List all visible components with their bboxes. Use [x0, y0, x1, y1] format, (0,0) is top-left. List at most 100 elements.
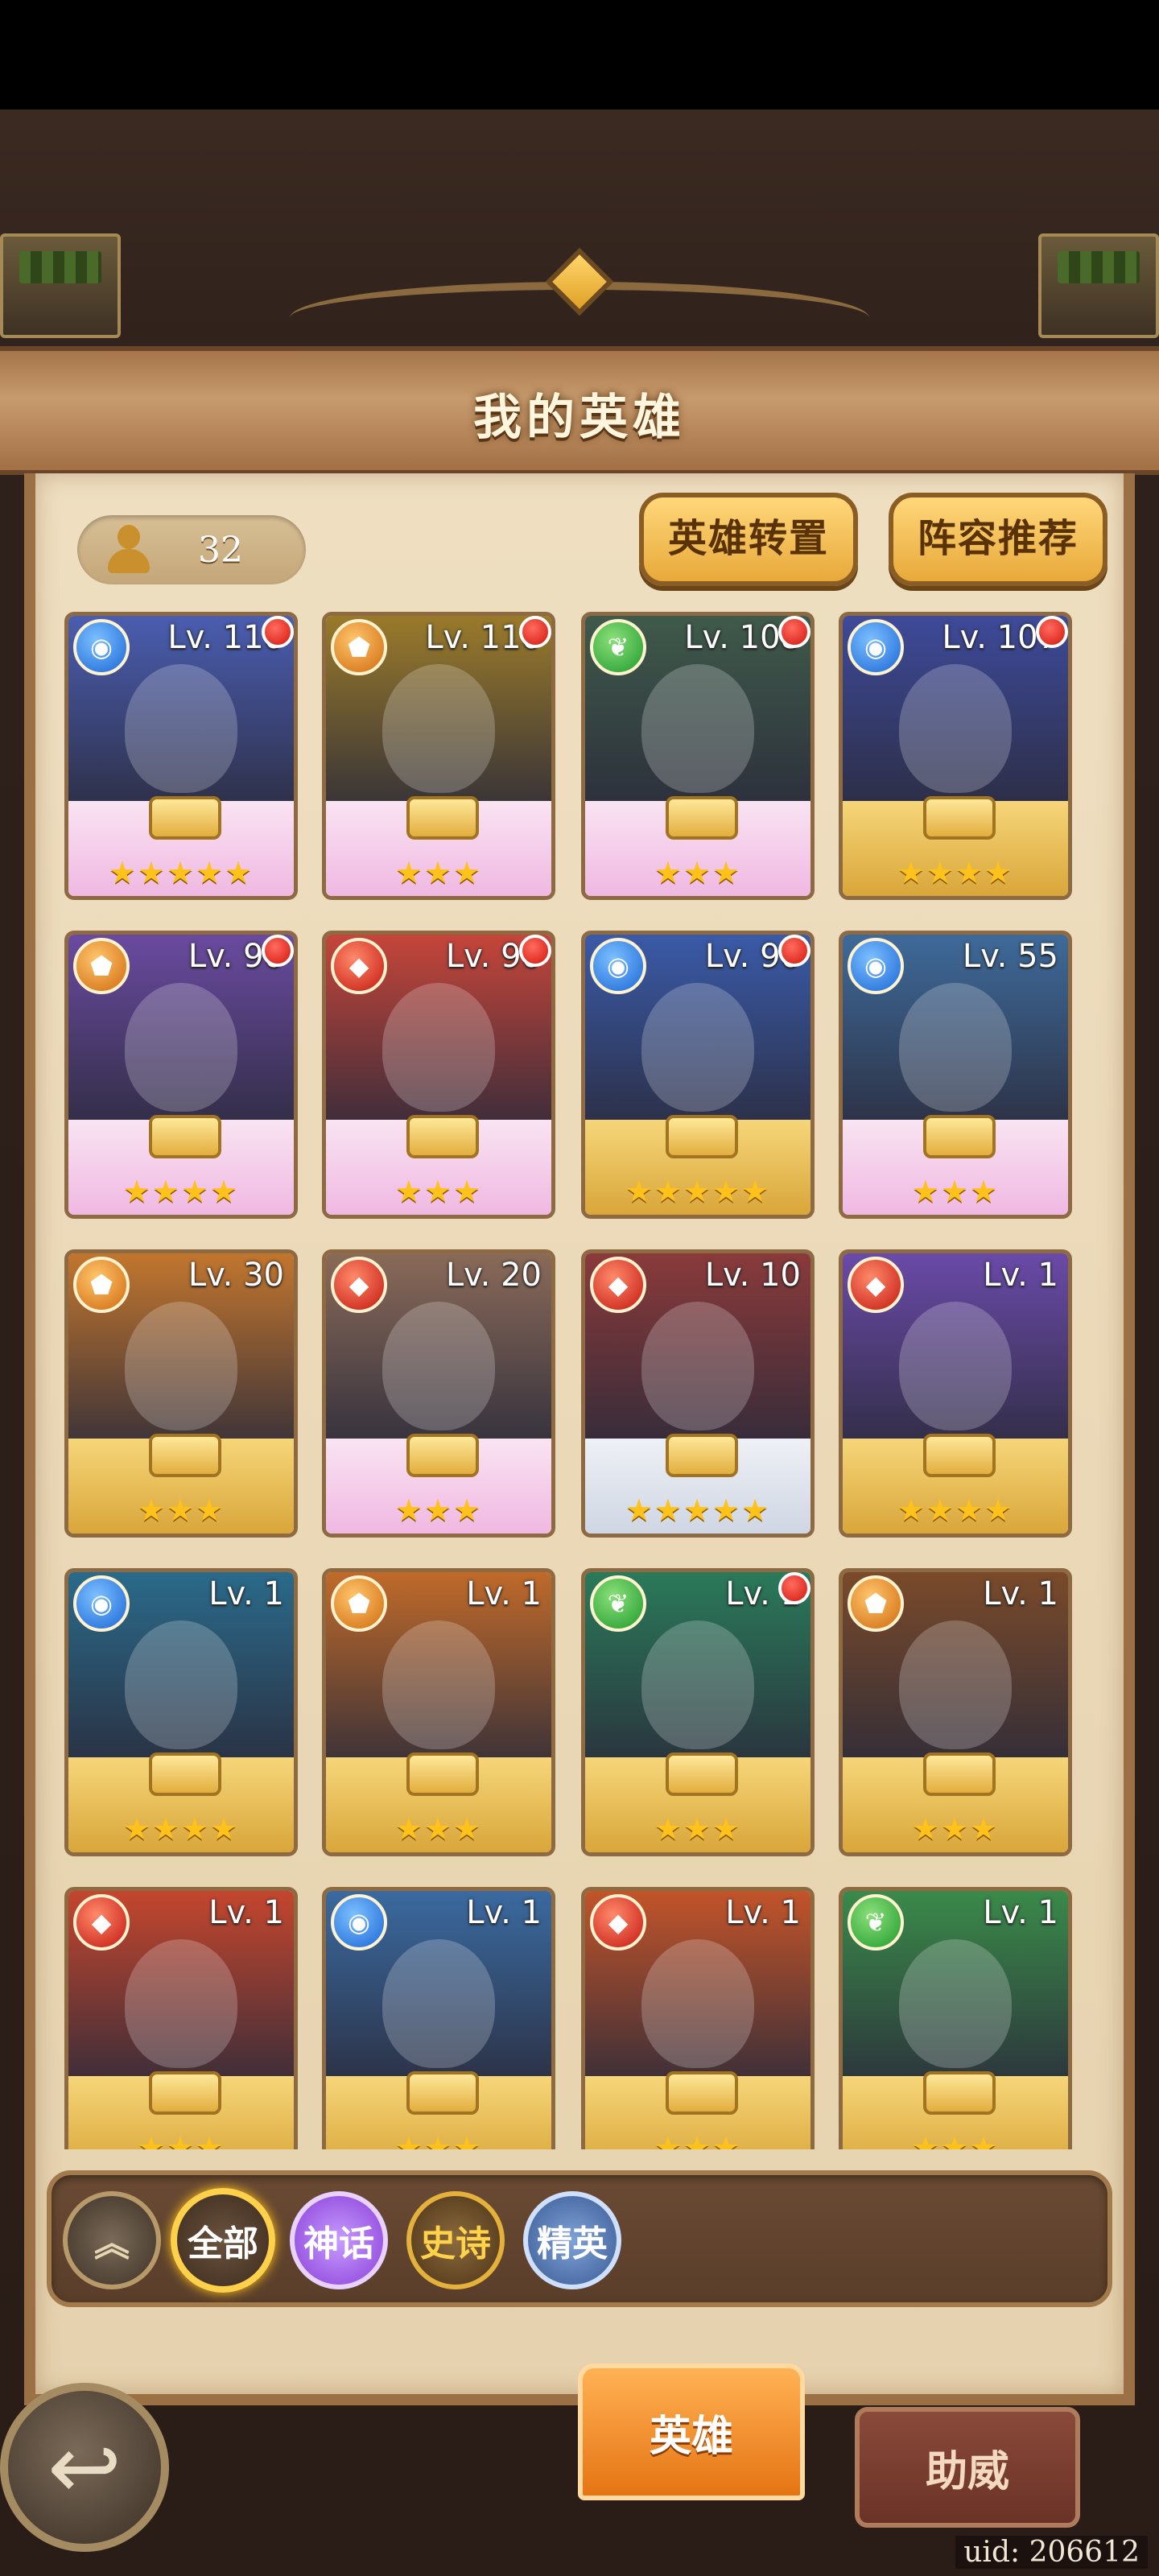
- crown-crest-icon: [149, 2071, 221, 2115]
- hero-card[interactable]: ★★★ ❦ Lv. 1: [839, 1887, 1072, 2149]
- filter-all-button[interactable]: 全部: [171, 2188, 275, 2293]
- filter-epic-button[interactable]: 史诗: [406, 2191, 505, 2289]
- hero-card[interactable]: ★★★ ◆ Lv. 1: [64, 1887, 298, 2149]
- hero-card[interactable]: ★★★ ❦ Lv. 108: [581, 612, 815, 900]
- hero-stars: ★★★★★: [108, 855, 254, 890]
- tab-heroes[interactable]: 英雄: [578, 2363, 805, 2500]
- hero-level: Lv. 30: [188, 1257, 284, 1294]
- fire-element-icon: ◆: [73, 1894, 130, 1951]
- hero-level: Lv. 1: [208, 1894, 284, 1931]
- hero-count-badge: 32: [77, 515, 306, 584]
- notification-dot-icon: [519, 935, 551, 967]
- hero-level: Lv. 1: [466, 1575, 542, 1612]
- crown-crest-icon: [666, 2071, 738, 2115]
- hero-card[interactable]: ★★★★ ◉ Lv. 1: [64, 1568, 298, 1856]
- earth-element-icon: ⬟: [848, 1575, 904, 1632]
- crown-crest-icon: [666, 1752, 738, 1796]
- water-element-icon: ◉: [73, 619, 130, 675]
- hero-face: [899, 1939, 1012, 2068]
- hero-face: [641, 1939, 754, 2068]
- hero-face: [899, 1302, 1012, 1430]
- crown-crest-icon: [666, 796, 738, 840]
- fire-element-icon: ◆: [848, 1257, 904, 1313]
- crown-crest-icon: [923, 796, 996, 840]
- hero-transfer-button[interactable]: 英雄转置: [639, 493, 858, 586]
- hero-level: Lv. 55: [962, 938, 1058, 975]
- page-title: 我的英雄: [473, 390, 686, 446]
- hero-card[interactable]: ★★★ ◉ Lv. 1: [322, 1887, 555, 2149]
- hero-card[interactable]: ★★★★★ ◆ Lv. 10: [581, 1249, 815, 1538]
- hero-level: Lv. 1: [983, 1894, 1058, 1931]
- crown-crest-icon: [923, 2071, 996, 2115]
- water-element-icon: ◉: [848, 619, 904, 675]
- earth-element-icon: ⬟: [331, 1575, 387, 1632]
- wood-element-icon: ❦: [590, 619, 646, 675]
- hero-card[interactable]: ★★★★ ◉ Lv. 107: [839, 612, 1072, 900]
- earth-element-icon: ⬟: [331, 619, 387, 675]
- fire-element-icon: ◆: [590, 1894, 646, 1951]
- hero-card[interactable]: ★★★ ❦ Lv. 1: [581, 1568, 815, 1856]
- hero-grid: ★★★★★ ◉ Lv. 110 ★★★ ⬟ Lv. 110 ★★★ ❦ Lv. 108 ★★★★ ◉…: [64, 612, 1095, 2149]
- hero-face: [899, 664, 1012, 793]
- hero-stars: ★★★★: [897, 855, 1014, 890]
- hero-face: [125, 664, 237, 793]
- water-element-icon: ◉: [590, 938, 646, 994]
- filter-myth-button[interactable]: 神话: [290, 2191, 388, 2289]
- crown-crest-icon: [923, 1752, 996, 1796]
- lineup-recommend-button[interactable]: 阵容推荐: [889, 493, 1107, 586]
- crown-crest-icon: [406, 2071, 479, 2115]
- hero-stars: ★★★: [911, 2130, 1000, 2149]
- hero-card[interactable]: ★★★ ◆ Lv. 1: [581, 1887, 815, 2149]
- hero-card[interactable]: ★★★ ⬟ Lv. 1: [839, 1568, 1072, 1856]
- crown-crest-icon: [149, 1434, 221, 1477]
- hero-level: Lv. 1: [208, 1575, 284, 1612]
- notification-dot-icon: [262, 935, 294, 967]
- wood-element-icon: ❦: [848, 1894, 904, 1951]
- collapse-chevron-icon[interactable]: ︽: [63, 2191, 161, 2289]
- filter-elite-button[interactable]: 精英: [523, 2191, 621, 2289]
- hero-card[interactable]: ★★★ ⬟ Lv. 110: [322, 612, 555, 900]
- hero-face: [382, 664, 495, 793]
- status-bar: [0, 0, 1159, 109]
- crown-crest-icon: [666, 1434, 738, 1477]
- hero-stars: ★★★: [654, 2130, 742, 2149]
- water-element-icon: ◉: [848, 938, 904, 994]
- hero-card[interactable]: ★★★★★ ◉ Lv. 110: [64, 612, 298, 900]
- hero-stars: ★★★: [137, 2130, 225, 2149]
- hero-stars: ★★★★: [122, 1174, 240, 1209]
- earth-element-icon: ⬟: [73, 938, 130, 994]
- crown-crest-icon: [406, 1115, 479, 1158]
- person-icon: [105, 525, 153, 575]
- hero-face: [899, 1620, 1012, 1749]
- hero-card[interactable]: ★★★ ⬟ Lv. 30: [64, 1249, 298, 1538]
- water-element-icon: ◉: [73, 1575, 130, 1632]
- tab-support[interactable]: 助威: [855, 2407, 1080, 2528]
- fire-element-icon: ◆: [331, 1257, 387, 1313]
- hero-card[interactable]: ★★★ ⬟ Lv. 1: [322, 1568, 555, 1856]
- hero-card[interactable]: ★★★ ◆ Lv. 20: [322, 1249, 555, 1538]
- hero-card[interactable]: ★★★★ ⬟ Lv. 90: [64, 931, 298, 1219]
- crown-crest-icon: [923, 1434, 996, 1477]
- hero-stars: ★★★★: [122, 1811, 240, 1847]
- hero-stars: ★★★★: [897, 1492, 1014, 1528]
- hero-card[interactable]: ★★★ ◆ Lv. 90: [322, 931, 555, 1219]
- notification-dot-icon: [262, 616, 294, 648]
- pillar-left-decoration: [0, 233, 121, 338]
- pillar-right-decoration: [1038, 233, 1159, 338]
- uid-label: uid: 206612: [955, 2536, 1148, 2569]
- hero-face: [382, 1302, 495, 1430]
- hero-card[interactable]: ★★★★★ ◉ Lv. 90: [581, 931, 815, 1219]
- notification-dot-icon: [1036, 616, 1068, 648]
- notification-dot-icon: [778, 935, 810, 967]
- hero-card[interactable]: ★★★ ◉ Lv. 55: [839, 931, 1072, 1219]
- hero-stars: ★★★★★: [625, 1492, 771, 1528]
- wood-element-icon: ❦: [590, 1575, 646, 1632]
- hero-stars: ★★★: [394, 1492, 483, 1528]
- hero-card[interactable]: ★★★★ ◆ Lv. 1: [839, 1249, 1072, 1538]
- hero-face: [899, 983, 1012, 1112]
- fire-element-icon: ◆: [590, 1257, 646, 1313]
- crown-crest-icon: [406, 1434, 479, 1477]
- crown-crest-icon: [923, 1115, 996, 1158]
- back-arrow-icon[interactable]: ↩: [0, 2383, 169, 2552]
- hero-stars: ★★★★★: [625, 1174, 771, 1209]
